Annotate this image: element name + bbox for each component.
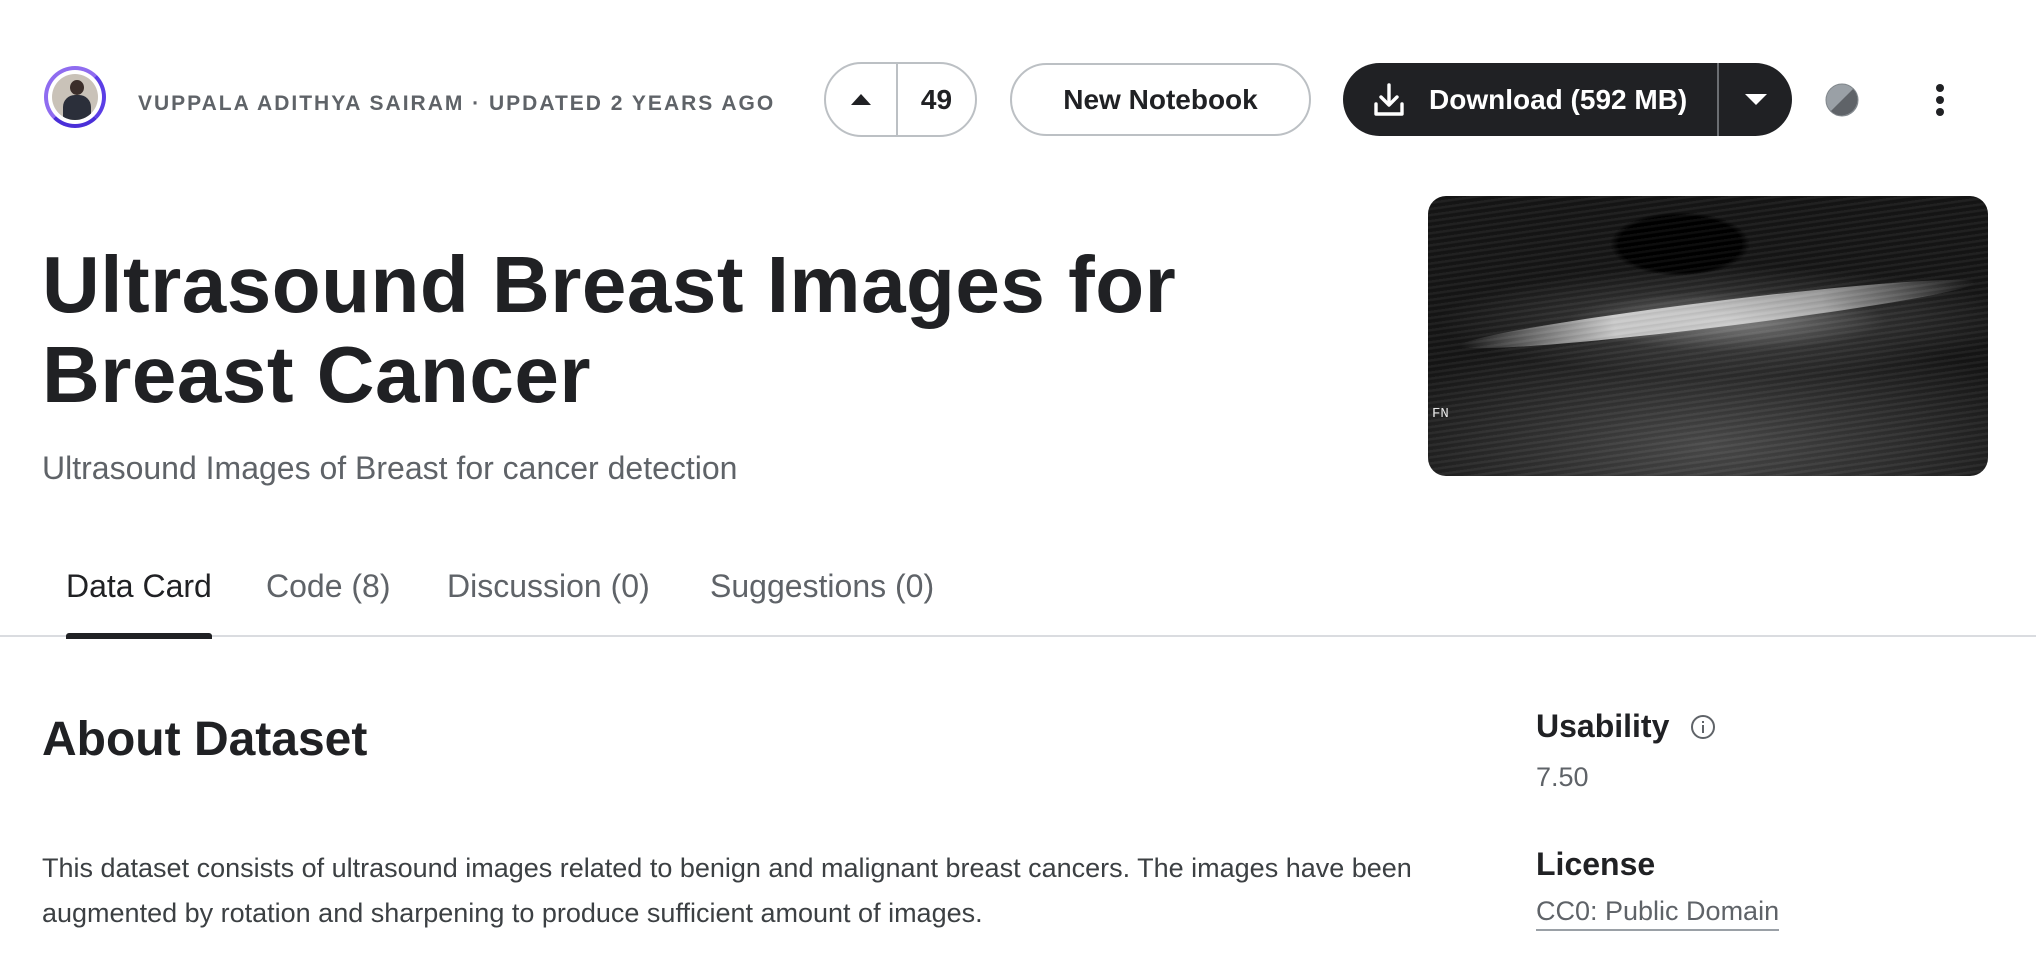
usability-value: 7.50 [1536, 762, 1589, 792]
usability-label: Usability [1536, 708, 1670, 744]
avatar-photo [52, 74, 98, 120]
tab-data-card[interactable]: Data Card [66, 568, 212, 639]
author-updated-line[interactable]: VUPPALA ADITHYA SAIRAM · UPDATED 2 YEARS… [138, 92, 775, 116]
download-button[interactable]: Download (592 MB) [1343, 63, 1719, 136]
chevron-down-icon [1744, 94, 1767, 105]
upvote-icon [851, 94, 871, 105]
tab-suggestions[interactable]: Suggestions (0) [710, 568, 934, 637]
info-icon[interactable] [1691, 714, 1716, 739]
vote-count: 49 [920, 83, 953, 115]
license-link[interactable]: CC0: Public Domain [1536, 896, 1780, 931]
upvote-button[interactable] [826, 64, 898, 135]
dataset-tabs: Data Card Code (8) Discussion (0) Sugges… [0, 548, 2036, 639]
dataset-cover-image: FN [1428, 196, 1988, 476]
upvote-widget: 49 [824, 62, 977, 137]
tab-discussion[interactable]: Discussion (0) [447, 568, 650, 637]
image-annotation: FN [1432, 406, 1449, 422]
download-label: Download (592 MB) [1429, 83, 1688, 115]
download-button-group: Download (592 MB) [1343, 63, 1792, 136]
author-avatar[interactable] [44, 66, 106, 128]
dataset-subtitle: Ultrasound Images of Breast for cancer d… [42, 450, 738, 486]
dataset-header: VUPPALA ADITHYA SAIRAM · UPDATED 2 YEARS… [0, 0, 2036, 190]
download-options-button[interactable] [1719, 63, 1792, 136]
about-description: This dataset consists of ultrasound imag… [42, 853, 1412, 928]
more-vert-icon[interactable] [1924, 80, 1956, 120]
new-notebook-button[interactable]: New Notebook [1010, 63, 1311, 136]
about-heading: About Dataset [42, 713, 368, 766]
contrast-icon[interactable] [1824, 82, 1860, 118]
usability-heading: Usability [1536, 708, 1716, 745]
license-label: License [1536, 846, 1656, 882]
download-icon [1374, 82, 1404, 116]
dataset-title: Ultrasound Breast Images for Breast Canc… [42, 240, 1177, 419]
tab-code[interactable]: Code (8) [266, 568, 391, 637]
